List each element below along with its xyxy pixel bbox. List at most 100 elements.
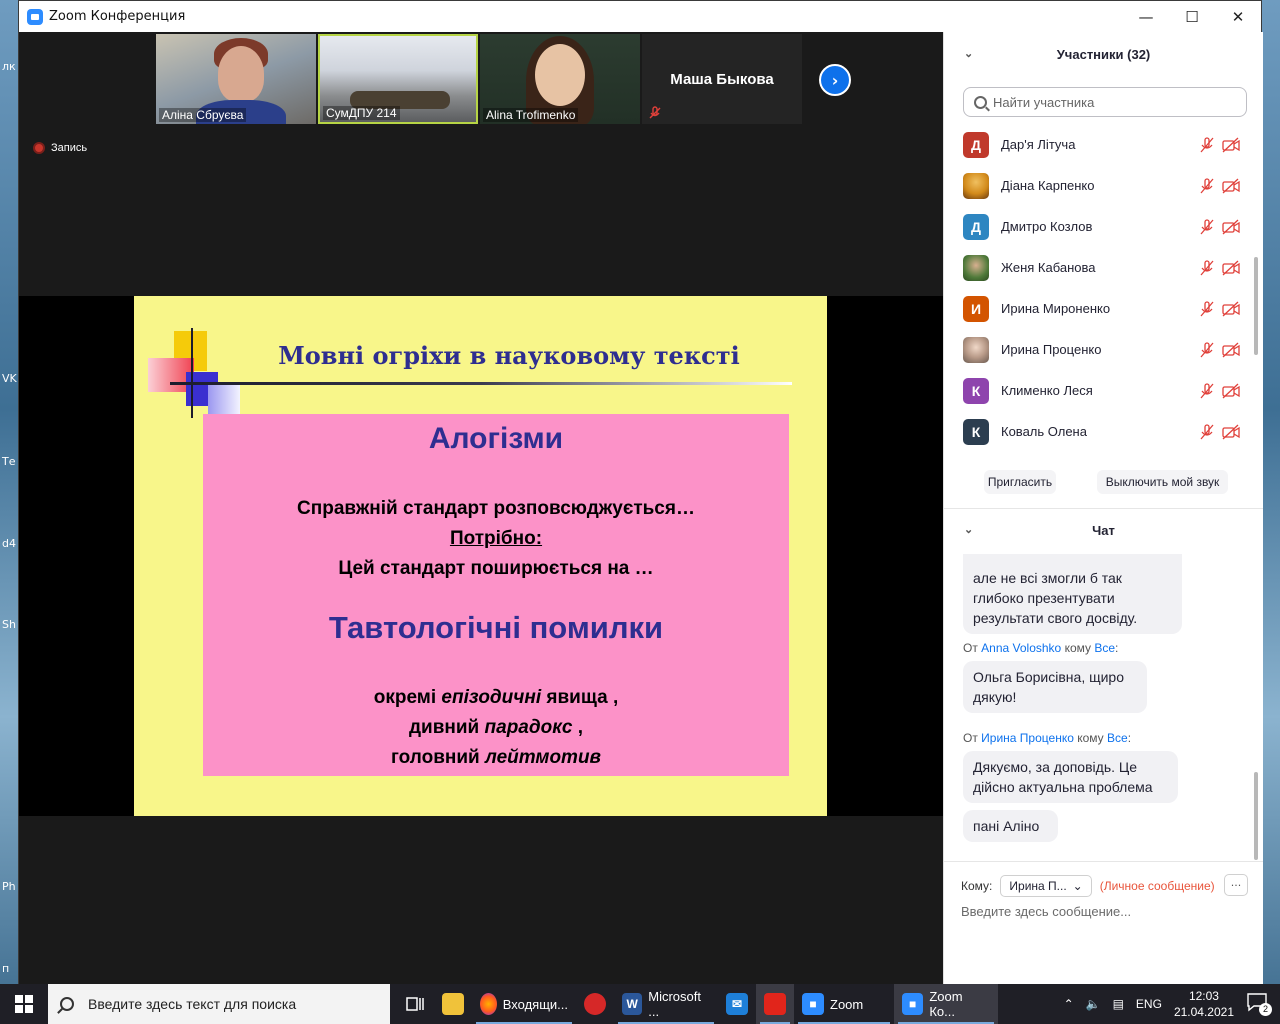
- participant-row[interactable]: Женя Кабанова: [944, 247, 1254, 288]
- notifications-button[interactable]: 2: [1246, 992, 1272, 1016]
- taskbar-app-zoom[interactable]: ■ Zoom: [794, 984, 894, 1024]
- maximize-button[interactable]: ☐: [1169, 1, 1215, 32]
- avatar: [963, 172, 989, 199]
- side-panel: ⌄ Участники (32) Д Дар'я Літуча Діана Ка…: [943, 32, 1263, 985]
- video-thumbnail[interactable]: Alina Trofimenko: [480, 34, 640, 124]
- participant-name: Клименко Леся: [1001, 383, 1093, 398]
- video-thumbnail-no-video[interactable]: Маша Быкова: [642, 34, 802, 124]
- chat-recipient[interactable]: Все: [1107, 731, 1128, 745]
- chevron-down-icon[interactable]: ⌄: [964, 523, 973, 536]
- chat-message[interactable]: але не всі змогли б так глибоко презенту…: [963, 554, 1182, 634]
- taskbar-app-label: Microsoft ...: [648, 989, 701, 1019]
- taskbar-app-pdf[interactable]: [756, 984, 794, 1024]
- video-off-icon[interactable]: [1222, 301, 1240, 317]
- slide-text: явища ,: [541, 687, 619, 708]
- video-off-icon[interactable]: [1222, 383, 1240, 399]
- taskbar-app-label: Zoom: [830, 996, 864, 1012]
- taskbar-app-pinned[interactable]: [576, 984, 614, 1024]
- start-button[interactable]: [0, 984, 48, 1024]
- video-thumbnail-active-speaker[interactable]: СумДПУ 214: [318, 34, 478, 124]
- taskbar-app-label: Входящи...: [502, 996, 568, 1012]
- taskbar-search[interactable]: [48, 984, 390, 1024]
- mic-muted-icon[interactable]: [1199, 301, 1215, 317]
- title-bar[interactable]: Zoom Конференция — ☐ ✕: [19, 1, 1261, 32]
- chat-message-input[interactable]: [961, 904, 1251, 919]
- avatar: Д: [963, 131, 989, 158]
- participant-row[interactable]: К Коваль Олена: [944, 411, 1254, 452]
- participant-row[interactable]: Д Дмитро Козлов: [944, 206, 1254, 247]
- file-explorer-button[interactable]: [434, 984, 472, 1024]
- chat-recipient[interactable]: Все: [1094, 641, 1115, 655]
- language-indicator[interactable]: ENG: [1136, 997, 1162, 1011]
- chat-title: Чат: [1092, 522, 1115, 538]
- task-view-button[interactable]: [396, 984, 434, 1024]
- chat-sender-name[interactable]: Anna Voloshko: [981, 641, 1061, 655]
- participant-name: Женя Кабанова: [1001, 260, 1096, 275]
- participant-row[interactable]: Д Дар'я Літуча: [944, 124, 1254, 165]
- video-off-icon[interactable]: [1222, 424, 1240, 440]
- close-button[interactable]: ✕: [1215, 1, 1261, 32]
- participant-search[interactable]: [963, 87, 1247, 117]
- desktop-label: d4: [2, 537, 16, 550]
- taskbar-app-zoom-meeting[interactable]: ■ Zoom Ко...: [894, 984, 998, 1024]
- mic-muted-icon[interactable]: [1199, 260, 1215, 276]
- participant-name-label: Alina Trofimenko: [483, 108, 579, 122]
- taskbar-app-firefox[interactable]: Входящи...: [472, 984, 576, 1024]
- taskbar-app-mail[interactable]: ✉: [718, 984, 756, 1024]
- slide-line: дивний парадокс ,: [203, 713, 789, 743]
- chat-message[interactable]: пані Аліно: [963, 810, 1058, 842]
- taskbar-app-word[interactable]: W Microsoft ...: [614, 984, 718, 1024]
- participant-row[interactable]: И Ирина Мироненко: [944, 288, 1254, 329]
- video-off-icon[interactable]: [1222, 219, 1240, 235]
- participant-name: Дмитро Козлов: [1001, 219, 1093, 234]
- minimize-button[interactable]: —: [1123, 1, 1169, 32]
- video-off-icon[interactable]: [1222, 342, 1240, 358]
- chat-message-text: Ольга Борисівна, щиро: [973, 669, 1125, 685]
- slide-line: головний лейтмотив: [203, 743, 789, 773]
- chat-sender-name[interactable]: Ирина Проценко: [981, 731, 1074, 745]
- zoom-window: Zoom Конференция — ☐ ✕ Аліна Сбруєва Сум…: [18, 0, 1263, 985]
- invite-button[interactable]: Пригласить: [984, 470, 1056, 494]
- video-thumbnail[interactable]: Аліна Сбруєва: [156, 34, 316, 124]
- participant-search-input[interactable]: [993, 94, 1233, 110]
- participant-row[interactable]: К Клименко Леся: [944, 370, 1254, 411]
- to-label: Кому:: [961, 879, 993, 893]
- video-off-icon[interactable]: [1222, 137, 1240, 153]
- mute-me-button[interactable]: Выключить мой звук: [1097, 470, 1228, 494]
- mic-muted-icon[interactable]: [1199, 342, 1215, 358]
- chat-scrollbar[interactable]: [1254, 772, 1258, 860]
- clock[interactable]: 12:03 21.04.2021: [1174, 988, 1234, 1020]
- video-off-icon[interactable]: [1222, 178, 1240, 194]
- volume-icon[interactable]: 🔈: [1086, 997, 1101, 1011]
- next-page-arrow-icon[interactable]: ›: [819, 64, 851, 96]
- chat-header[interactable]: ⌄ Чат: [944, 515, 1263, 545]
- network-icon[interactable]: ▤: [1113, 997, 1124, 1011]
- participant-row[interactable]: Діана Карпенко: [944, 165, 1254, 206]
- recipient-select[interactable]: Ирина П... ⌄: [1000, 875, 1092, 897]
- video-off-icon[interactable]: [1222, 260, 1240, 276]
- system-tray: ⌃ 🔈 ▤ ENG 12:03 21.04.2021 2: [1064, 984, 1280, 1024]
- chevron-up-icon[interactable]: ⌃: [1064, 997, 1074, 1011]
- mic-muted-icon[interactable]: [1199, 137, 1215, 153]
- participants-scrollbar[interactable]: [1254, 257, 1258, 355]
- chat-message[interactable]: Ольга Борисівна, щиро дякую!: [963, 661, 1147, 713]
- recording-indicator[interactable]: Запись: [33, 142, 87, 154]
- recording-label: Запись: [51, 142, 88, 154]
- mic-muted-icon[interactable]: [1199, 219, 1215, 235]
- chat-message[interactable]: Дякуємо, за доповідь. Це дійсно актуальн…: [963, 751, 1178, 803]
- mic-muted-icon[interactable]: [1199, 178, 1215, 194]
- participants-header[interactable]: ⌄ Участники (32): [944, 39, 1263, 69]
- slide-heading: Алогізми: [428, 422, 564, 455]
- mic-muted-icon[interactable]: [1199, 424, 1215, 440]
- zoom-icon: ■: [802, 993, 824, 1015]
- more-options-button[interactable]: ···: [1224, 874, 1248, 896]
- mic-muted-icon[interactable]: [1199, 383, 1215, 399]
- chat-from-prefix: От: [963, 731, 982, 745]
- task-view-icon: [406, 997, 424, 1011]
- record-icon: [33, 142, 45, 154]
- participant-row[interactable]: Ирина Проценко: [944, 329, 1254, 370]
- participant-name: Дар'я Літуча: [1001, 137, 1076, 152]
- taskbar-search-input[interactable]: [88, 996, 368, 1012]
- chat-from-prefix: От: [963, 641, 982, 655]
- chevron-down-icon[interactable]: ⌄: [964, 47, 973, 60]
